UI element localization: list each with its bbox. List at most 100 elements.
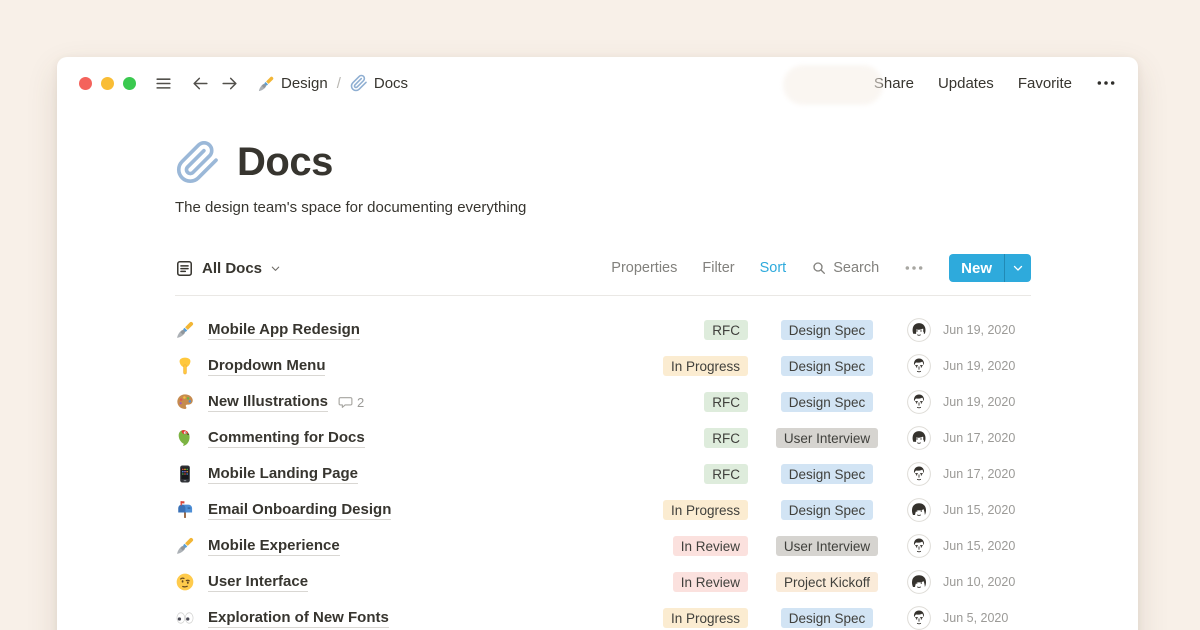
status-badge[interactable]: RFC [704,428,748,448]
date-cell[interactable]: Jun 10, 2020 [943,575,1031,589]
table-row: New Illustrations 2 RFC Design Spec Jun … [175,384,1031,420]
mobile-phone-icon [175,464,195,484]
type-badge[interactable]: Design Spec [781,320,874,340]
date-cell[interactable]: Jun 19, 2020 [943,359,1031,373]
avatar[interactable] [907,390,931,414]
table-row: Mobile Experience In Review User Intervi… [175,528,1031,564]
doc-title-link[interactable]: Dropdown Menu [208,357,325,376]
avatar[interactable] [907,570,931,594]
search-button[interactable]: Search [811,260,879,276]
type-badge[interactable]: Design Spec [781,500,874,520]
doc-title-link[interactable]: Exploration of New Fonts [208,609,389,628]
paintbrush-icon [175,536,195,556]
date-cell[interactable]: Jun 17, 2020 [943,431,1031,445]
date-cell[interactable]: Jun 19, 2020 [943,323,1031,337]
sidebar-toggle-icon[interactable] [154,74,173,93]
avatar[interactable] [907,606,931,630]
page-paperclip-icon[interactable] [175,139,221,185]
ghost-highlight [783,65,883,105]
header-actions: Share Updates Favorite [874,75,1116,92]
search-label: Search [833,260,879,276]
doc-title-link[interactable]: Mobile Landing Page [208,465,358,484]
status-badge[interactable]: In Review [673,572,748,592]
type-badge[interactable]: Design Spec [781,392,874,412]
row-properties: RFC Design Spec Jun 19, 2020 [648,390,1031,414]
sort-button[interactable]: Sort [760,260,787,276]
table-row: Exploration of New Fonts In Progress Des… [175,600,1031,630]
type-badge[interactable]: Design Spec [781,608,874,628]
doc-title-link[interactable]: Mobile Experience [208,537,340,556]
page-title-text[interactable]: Docs [237,140,333,185]
type-badge[interactable]: User Interview [776,428,878,448]
toolbar-more-icon[interactable] [904,264,924,272]
type-badge[interactable]: User Interview [776,536,878,556]
parrot-icon [175,428,195,448]
status-badge[interactable]: RFC [704,320,748,340]
row-properties: RFC User Interview Jun 17, 2020 [648,426,1031,450]
breadcrumb-label: Docs [374,75,408,92]
table-row: Commenting for Docs RFC User Interview J… [175,420,1031,456]
properties-button[interactable]: Properties [611,260,677,276]
more-options-icon[interactable] [1096,79,1116,87]
breadcrumb: Design / Docs [257,74,408,92]
status-badge[interactable]: In Review [673,536,748,556]
hand-down-icon [175,356,195,376]
raised-eyebrow-face-icon [175,572,195,592]
status-badge[interactable]: In Progress [663,608,748,628]
avatar[interactable] [907,354,931,378]
breadcrumb-item-design[interactable]: Design [257,74,328,92]
close-window-button[interactable] [79,77,92,90]
doc-title-link[interactable]: User Interface [208,573,308,592]
table-row: Mobile Landing Page RFC Design Spec Jun … [175,456,1031,492]
status-badge[interactable]: In Progress [663,356,748,376]
type-badge[interactable]: Project Kickoff [776,572,878,592]
favorite-button[interactable]: Favorite [1018,75,1072,92]
date-cell[interactable]: Jun 17, 2020 [943,467,1031,481]
updates-button[interactable]: Updates [938,75,994,92]
comment-count-value: 2 [357,395,364,410]
avatar[interactable] [907,426,931,450]
date-cell[interactable]: Jun 5, 2020 [943,611,1031,625]
status-badge[interactable]: RFC [704,392,748,412]
view-toolbar: All Docs Properties Filter Sort Search N… [175,254,1031,296]
minimize-window-button[interactable] [101,77,114,90]
new-button-label[interactable]: New [949,254,1004,282]
comment-count[interactable]: 2 [338,395,364,410]
breadcrumb-item-docs[interactable]: Docs [350,74,408,92]
type-badge[interactable]: Design Spec [781,356,874,376]
forward-arrow-icon[interactable] [220,74,239,93]
avatar[interactable] [907,318,931,342]
doc-title-link[interactable]: Mobile App Redesign [208,321,360,340]
filter-button[interactable]: Filter [702,260,734,276]
table-row: Mobile App Redesign RFC Design Spec Jun … [175,312,1031,348]
status-badge[interactable]: In Progress [663,500,748,520]
page-subtitle[interactable]: The design team's space for documenting … [175,199,1031,216]
search-icon [811,260,827,276]
date-cell[interactable]: Jun 15, 2020 [943,503,1031,517]
back-arrow-icon[interactable] [191,74,210,93]
new-button-caret[interactable] [1004,254,1031,282]
avatar[interactable] [907,462,931,486]
status-badge[interactable]: RFC [704,464,748,484]
new-button[interactable]: New [949,254,1031,282]
date-cell[interactable]: Jun 15, 2020 [943,539,1031,553]
table-row: Email Onboarding Design In Progress Desi… [175,492,1031,528]
table-row: Dropdown Menu In Progress Design Spec Ju… [175,348,1031,384]
avatar[interactable] [907,534,931,558]
breadcrumb-label: Design [281,75,328,92]
doc-list-icon [175,259,194,278]
avatar[interactable] [907,498,931,522]
doc-title-link[interactable]: New Illustrations [208,393,328,412]
app-window: Design / Docs Share Updates Favorite Doc… [57,57,1138,630]
view-switcher[interactable]: All Docs [175,259,281,278]
type-badge[interactable]: Design Spec [781,464,874,484]
row-properties: In Progress Design Spec Jun 19, 2020 [648,354,1031,378]
doc-title-link[interactable]: Commenting for Docs [208,429,365,448]
row-properties: In Progress Design Spec Jun 15, 2020 [648,498,1031,522]
docs-table: Mobile App Redesign RFC Design Spec Jun … [175,312,1031,630]
zoom-window-button[interactable] [123,77,136,90]
breadcrumb-separator: / [337,75,341,92]
date-cell[interactable]: Jun 19, 2020 [943,395,1031,409]
traffic-lights [79,77,136,90]
doc-title-link[interactable]: Email Onboarding Design [208,501,391,520]
